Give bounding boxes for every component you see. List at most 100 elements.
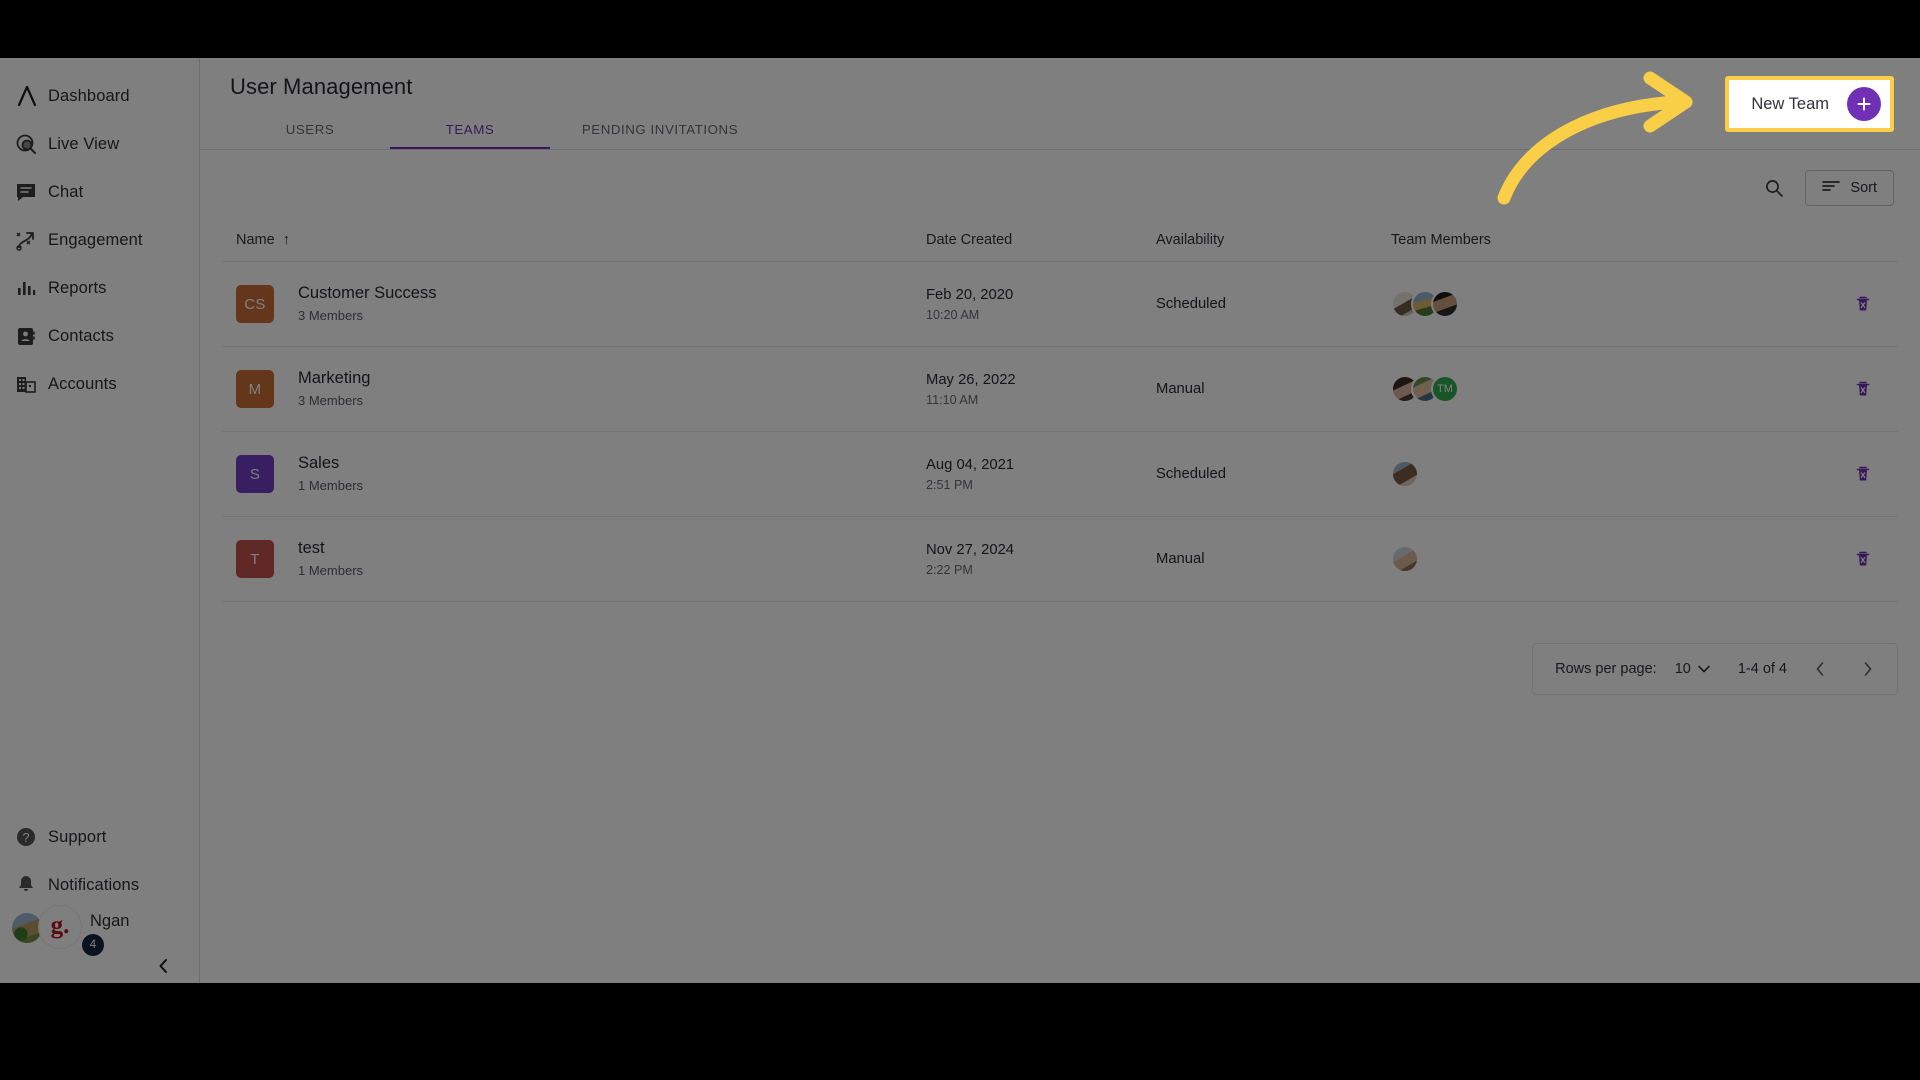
delete-team-button[interactable] bbox=[1850, 376, 1876, 402]
trash-icon bbox=[1856, 296, 1870, 311]
reports-bar-chart-icon bbox=[14, 273, 48, 303]
trash-icon bbox=[1856, 466, 1870, 481]
pagination-bar: Rows per page: 10 1-4 of 4 bbox=[1532, 643, 1898, 695]
availability-value: Scheduled bbox=[1156, 466, 1226, 482]
column-label: Name bbox=[236, 231, 275, 248]
tab-bar: USERS TEAMS PENDING INVITATIONS bbox=[230, 107, 770, 149]
cell-actions bbox=[1808, 546, 1898, 572]
table-row[interactable]: Ttest 1 Members Nov 27, 2024 2:22 PM Manual bbox=[222, 517, 1898, 602]
column-header-date-created[interactable]: Date Created bbox=[926, 232, 1156, 248]
cell-name: S Sales 1 Members bbox=[236, 454, 926, 495]
bell-icon bbox=[14, 870, 48, 900]
application-window: Dashboard Live View Chat Engagement Repo… bbox=[0, 58, 1920, 983]
sidebar-item-contacts[interactable]: Contacts bbox=[0, 312, 199, 360]
question-circle-icon: ? bbox=[14, 822, 48, 852]
sidebar-item-engagement[interactable]: Engagement bbox=[0, 216, 199, 264]
tab-pending-invitations[interactable]: PENDING INVITATIONS bbox=[550, 122, 770, 149]
trash-icon bbox=[1856, 551, 1870, 566]
sidebar: Dashboard Live View Chat Engagement Repo… bbox=[0, 58, 200, 983]
page-header: User Management USERS TEAMS PENDING INVI… bbox=[200, 58, 1920, 150]
member-avatar-stack: TM bbox=[1391, 375, 1808, 403]
sidebar-item-label: Live View bbox=[48, 134, 120, 153]
sidebar-item-label: Accounts bbox=[48, 374, 117, 393]
chat-icon bbox=[14, 177, 48, 207]
cell-actions bbox=[1808, 376, 1898, 402]
sidebar-item-reports[interactable]: Reports bbox=[0, 264, 199, 312]
pagination-prev-button[interactable] bbox=[1805, 654, 1835, 684]
tab-teams[interactable]: TEAMS bbox=[390, 122, 550, 149]
cell-availability: Manual bbox=[1156, 380, 1391, 398]
table-header-row: Name ↑ Date Created Availability Team Me… bbox=[222, 218, 1898, 262]
column-header-team-members[interactable]: Team Members bbox=[1391, 232, 1808, 248]
column-header-name[interactable]: Name ↑ bbox=[236, 232, 926, 248]
cell-availability: Manual bbox=[1156, 550, 1391, 568]
cell-name: CS Customer Success 3 Members bbox=[236, 284, 926, 325]
table-row[interactable]: S Sales 1 Members Aug 04, 2021 2:51 PM Schedu… bbox=[222, 432, 1898, 517]
member-photo-avatar bbox=[1391, 545, 1419, 573]
dashboard-logo-icon bbox=[14, 81, 48, 111]
cell-date-created: May 26, 2022 11:10 AM bbox=[926, 372, 1156, 407]
team-members-count: 1 Members bbox=[298, 477, 364, 493]
cell-team-members: TM bbox=[1391, 375, 1808, 403]
sidebar-item-label: Reports bbox=[48, 278, 107, 297]
sidebar-item-dashboard[interactable]: Dashboard bbox=[0, 72, 199, 120]
time-created: 2:22 PM bbox=[926, 562, 973, 577]
delete-team-button[interactable] bbox=[1850, 461, 1876, 487]
sidebar-item-live-view[interactable]: Live View bbox=[0, 120, 199, 168]
brand-avatar: g. bbox=[38, 905, 82, 949]
page-title: User Management bbox=[230, 74, 413, 99]
member-avatar-stack bbox=[1391, 545, 1808, 573]
member-initials-avatar: TM bbox=[1431, 375, 1459, 403]
sidebar-item-accounts[interactable]: Accounts bbox=[0, 360, 199, 408]
sort-label: Sort bbox=[1850, 180, 1877, 196]
svg-text:?: ? bbox=[22, 830, 29, 845]
search-icon[interactable] bbox=[1759, 173, 1789, 203]
cell-actions bbox=[1808, 461, 1898, 487]
time-created: 11:10 AM bbox=[926, 392, 979, 407]
table-row[interactable]: CS Customer Success 3 Members Feb 20, 2020 1… bbox=[222, 262, 1898, 347]
team-name-block: Sales 1 Members bbox=[298, 454, 363, 495]
member-photo-avatar bbox=[1431, 290, 1459, 318]
team-name: Sales bbox=[298, 453, 340, 472]
team-name-block: Marketing 3 Members bbox=[298, 369, 370, 410]
tab-users[interactable]: USERS bbox=[230, 122, 390, 149]
time-created: 2:51 PM bbox=[926, 477, 973, 492]
cell-actions bbox=[1808, 291, 1898, 317]
cell-team-members bbox=[1391, 545, 1808, 573]
sidebar-secondary-nav: ? Support Notifications bbox=[0, 813, 199, 909]
delete-team-button[interactable] bbox=[1850, 291, 1876, 317]
sidebar-collapse-button[interactable] bbox=[151, 953, 177, 979]
sidebar-item-chat[interactable]: Chat bbox=[0, 168, 199, 216]
cell-team-members bbox=[1391, 290, 1808, 318]
rows-per-page-select[interactable]: 10 bbox=[1675, 660, 1710, 678]
date-created: Nov 27, 2024 bbox=[926, 541, 1015, 558]
chevron-down-icon bbox=[1698, 660, 1710, 678]
pagination-next-button[interactable] bbox=[1853, 654, 1883, 684]
availability-value: Manual bbox=[1156, 551, 1205, 567]
rows-per-page-label: Rows per page: bbox=[1555, 661, 1657, 677]
live-view-icon bbox=[14, 129, 48, 159]
table-row[interactable]: M Marketing 3 Members May 26, 2022 11:10 AM M… bbox=[222, 347, 1898, 432]
date-created: May 26, 2022 bbox=[926, 371, 1016, 388]
sidebar-item-label: Chat bbox=[48, 182, 84, 201]
sidebar-profile[interactable]: g. 4 Ngan bbox=[0, 901, 199, 956]
plus-icon bbox=[1847, 87, 1881, 121]
sidebar-item-support[interactable]: ? Support bbox=[0, 813, 199, 861]
sidebar-item-label: Engagement bbox=[48, 230, 143, 249]
teams-table: Name ↑ Date Created Availability Team Me… bbox=[222, 218, 1898, 602]
new-team-button[interactable]: New Team bbox=[1729, 80, 1890, 128]
cell-team-members bbox=[1391, 460, 1808, 488]
member-photo-avatar bbox=[1391, 460, 1419, 488]
cell-availability: Scheduled bbox=[1156, 465, 1391, 483]
sort-button[interactable]: Sort bbox=[1805, 170, 1894, 206]
new-team-highlight-wrapper: New Team bbox=[1725, 76, 1894, 132]
chevron-left-icon bbox=[1816, 662, 1824, 676]
table-toolbar: Sort bbox=[1759, 170, 1894, 206]
member-avatar-stack bbox=[1391, 290, 1808, 318]
team-initials-avatar: S bbox=[236, 455, 274, 493]
delete-team-button[interactable] bbox=[1850, 546, 1876, 572]
availability-value: Manual bbox=[1156, 381, 1205, 397]
sidebar-item-label: Contacts bbox=[48, 326, 114, 345]
trash-icon bbox=[1856, 381, 1870, 396]
column-header-availability[interactable]: Availability bbox=[1156, 232, 1391, 248]
